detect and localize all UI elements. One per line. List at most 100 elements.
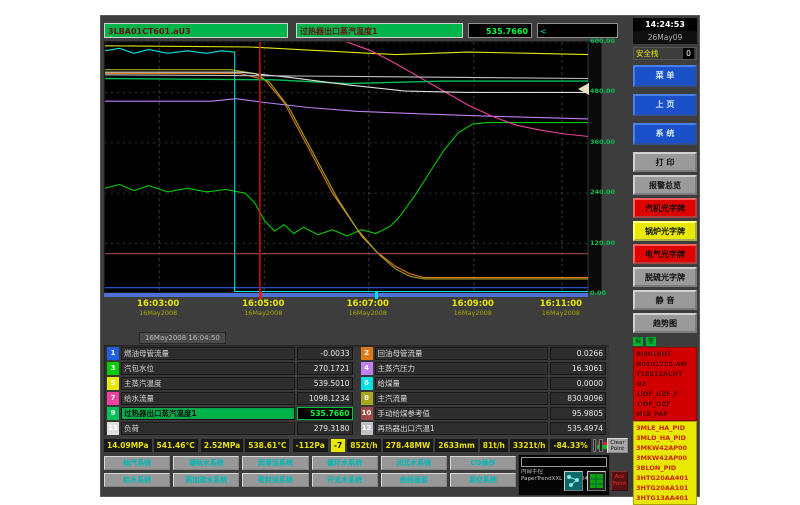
alarm-tag[interactable]: 1IDF_GZF (636, 399, 694, 409)
sidebar-button[interactable]: 静 音 (633, 290, 697, 310)
alarm-tag[interactable]: BI9018HT (636, 349, 694, 359)
sidebar-button[interactable]: 汽机光字牌 (633, 198, 697, 218)
pen-label: 再热器出口汽温1 (375, 422, 549, 435)
scale-pointer-triangle-icon[interactable] (578, 83, 589, 95)
grid-view-icon[interactable] (587, 471, 606, 491)
legend-row-pen-6[interactable]: 6给煤量0.0000 (361, 377, 607, 390)
pen-description-field[interactable]: 过热器出口蒸汽温度1 (296, 23, 463, 38)
sidebar: 14:24:53 26May09 安全栈 0 菜 单上 页系 统打 印报警总览汽… (631, 16, 699, 498)
ack-point-button[interactable]: Ack Point (611, 471, 628, 491)
time-tick: 16:09:0016May2008 (452, 299, 494, 317)
safety-stack-count: 0 (683, 48, 694, 59)
system-button[interactable]: 润滑油系统 (242, 456, 308, 470)
alarm-tag[interactable]: 3MKW42AP00 (636, 443, 694, 453)
alarm-tag[interactable]: 3HTG20AA401 (636, 473, 694, 483)
clock: 14:24:53 (633, 18, 697, 31)
legend-table: 1燃油母管流量-0.0033 3汽包水位270.1721 5主蒸汽温度539.501… (104, 345, 609, 435)
pen-value: 535.4974 (550, 422, 606, 435)
status-value: -7 (331, 439, 345, 452)
status-value: 2.52MPa (201, 439, 243, 452)
legend-row-pen-10[interactable]: 10手动给煤参考值95.9805 (361, 407, 607, 420)
system-button[interactable]: 抽汽系统 (104, 456, 170, 470)
status-value: -84.33% (550, 439, 590, 452)
legend-row-pen-11[interactable]: 11负荷279.3180 (107, 422, 353, 435)
alarm-tag[interactable]: 3MKW42AP00 (636, 453, 694, 463)
status-toggle-icon[interactable] (599, 439, 603, 452)
console-input[interactable] (521, 457, 607, 467)
legend-row-pen-8[interactable]: 8主汽流量830.9096 (361, 392, 607, 405)
cursor-timestamp: 16May2008 16:04:50 (139, 332, 226, 344)
alarm-header-chip[interactable]: 警 (646, 337, 656, 346)
trend-chart[interactable] (104, 41, 588, 293)
legend-row-pen-12[interactable]: 12再热器出口汽温1535.4974 (361, 422, 607, 435)
sidebar-button[interactable]: 脱硫光字牌 (633, 267, 697, 287)
sidebar-button[interactable]: 电气光字牌 (633, 244, 697, 264)
sidebar-button[interactable]: 菜 单 (633, 65, 697, 87)
legend-row-pen-3[interactable]: 3汽包水位270.1721 (107, 362, 353, 375)
sidebar-button[interactable]: 锅炉光字牌 (633, 221, 697, 241)
time-tick: 16:07:0016May2008 (347, 299, 389, 317)
system-button[interactable]: 密封油系统 (242, 473, 308, 487)
alarm-tag[interactable]: 3HTG20AA101 (636, 483, 694, 493)
pen-label: 给煤量 (375, 377, 549, 390)
pen-value: 279.3180 (297, 422, 353, 435)
trend-series-pen-9 (105, 79, 589, 84)
scrollbar-marker[interactable] (259, 291, 262, 299)
system-button[interactable]: 开式水系统 (312, 473, 378, 487)
pen-color-chip: 8 (361, 392, 373, 405)
status-value: 852t/h (347, 439, 380, 452)
legend-row-pen-4[interactable]: 4主蒸汽压力16.3061 (361, 362, 607, 375)
scrollbar-marker[interactable] (375, 291, 378, 299)
alarm-tag[interactable]: O2 (636, 379, 694, 389)
alarm-tag[interactable]: T18E12ACHT (636, 369, 694, 379)
status-value: -112Pa (293, 439, 328, 452)
ack-point-label-2: Point (612, 481, 627, 488)
sidebar-button[interactable]: 上 页 (633, 94, 697, 116)
system-button[interactable]: 高加疏水系统 (173, 473, 239, 487)
pen-value: 0.0266 (550, 347, 606, 360)
sidebar-button[interactable]: 系 统 (633, 123, 697, 145)
alarm-tag[interactable]: 3HTG13AA401 (636, 493, 694, 503)
main-panel: 3LBA01CT601.aU3 过热器出口蒸汽温度1 535.7660 < 60… (101, 16, 629, 498)
sidebar-button[interactable]: 趋势图 (633, 313, 697, 333)
sidebar-buttons: 菜 单上 页系 统打 印报警总览汽机光字牌锅炉光字牌电气光字牌脱硫光字牌静 音趋… (633, 65, 697, 336)
time-axis: 16:03:0016May200816:05:0016May200816:07:… (104, 299, 588, 323)
legend-row-pen-7[interactable]: 7给水流量1098.1234 (107, 392, 353, 405)
time-scrollbar[interactable] (104, 293, 588, 297)
value-scale-strip[interactable] (588, 41, 602, 293)
alarm-tag[interactable]: 3MLD_HA_PID (636, 433, 694, 443)
sidebar-button[interactable]: 报警总览 (633, 175, 697, 195)
system-button[interactable]: 循环水系统 (312, 456, 378, 470)
system-buttons-row-1: 抽汽系统凝结水系统润滑油系统循环水系统闭式水系统CO操作 (104, 456, 516, 470)
legend-row-pen-9[interactable]: 9过热器出口蒸汽温度1535.7660 (107, 407, 353, 420)
pen-color-chip: 10 (361, 407, 373, 420)
cursor-marker-field[interactable]: < (537, 23, 618, 38)
system-button[interactable]: 真空系统 (450, 473, 516, 487)
system-button[interactable]: 曲线画面 (381, 473, 447, 487)
trend-series-pen-2 (105, 74, 589, 278)
pen-tag-field[interactable]: 3LBA01CT601.aU3 (104, 23, 288, 38)
system-button[interactable]: 给水系统 (104, 473, 170, 487)
alarm-tag[interactable]: MLE_PAF (636, 409, 694, 419)
alarm-tag[interactable]: 3MLE_HA_PID (636, 423, 694, 433)
pen-color-chip: 4 (361, 362, 373, 375)
system-button[interactable]: 闭式水系统 (381, 456, 447, 470)
pen-value: 539.5010 (297, 377, 353, 390)
clear-point-button[interactable]: Clear Point (607, 438, 628, 453)
pen-color-chip: 1 (107, 347, 119, 360)
topology-icon[interactable] (564, 471, 583, 491)
legend-row-pen-5[interactable]: 5主蒸汽温度539.5010 (107, 377, 353, 390)
status-toggle-icon[interactable] (593, 439, 597, 452)
alarm-tag[interactable]: 3BLON_PID (636, 463, 694, 473)
legend-row-pen-2[interactable]: 2回油母管流量0.0266 (361, 347, 607, 360)
pen-label: 主蒸汽温度 (121, 377, 295, 390)
alarm-tag[interactable]: N01017SS.AM (636, 359, 694, 369)
system-button[interactable]: CO操作 (450, 456, 516, 470)
sidebar-button[interactable]: 打 印 (633, 152, 697, 172)
alarm-header-chip[interactable]: 报 (633, 337, 643, 346)
pen-label: 过热器出口蒸汽温度1 (121, 407, 295, 420)
status-value: 3321t/h (510, 439, 549, 452)
alarm-tag[interactable]: 1IDF_GZF_F (636, 389, 694, 399)
system-button[interactable]: 凝结水系统 (173, 456, 239, 470)
legend-row-pen-1[interactable]: 1燃油母管流量-0.0033 (107, 347, 353, 360)
